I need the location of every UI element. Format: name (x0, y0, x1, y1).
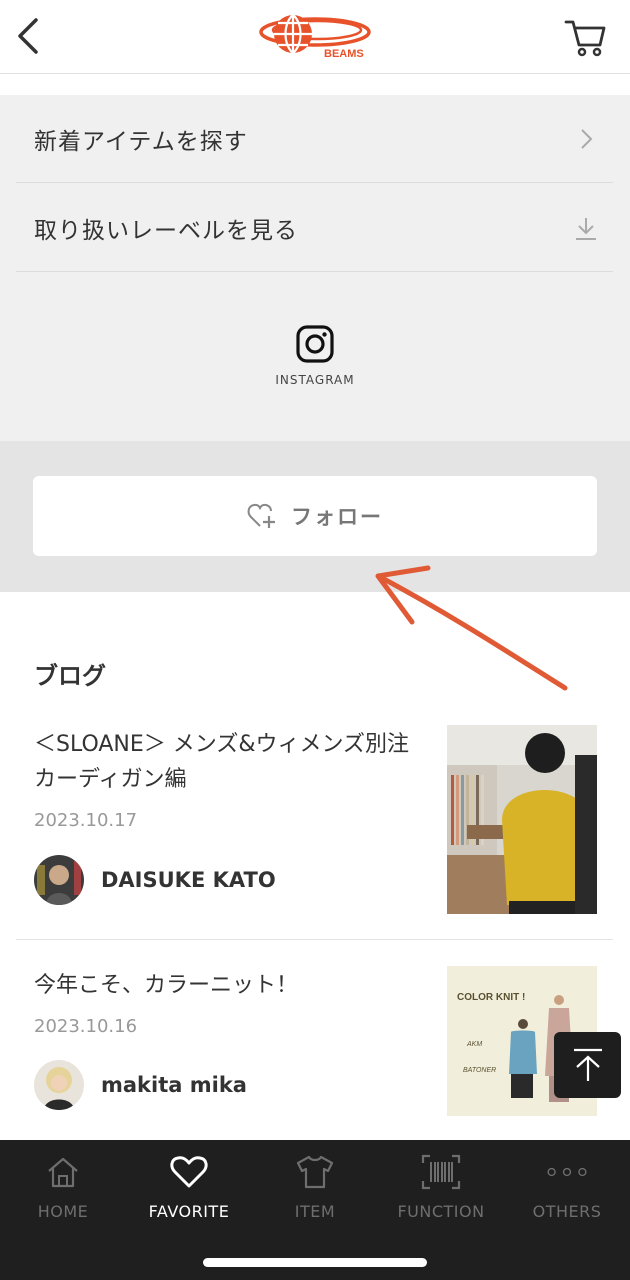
bottom-tab-bar: HOME FAVORITE ITEM FUNCTION OTHERS (0, 1140, 630, 1280)
tab-home[interactable]: HOME (0, 1152, 126, 1232)
blog-post-date: 2023.10.17 (34, 810, 138, 831)
author-name: makita mika (101, 1073, 247, 1097)
heart-plus-icon (247, 503, 275, 528)
blog-post[interactable]: 今年こそ、カラーニット！ 2023.10.16 makita mika COLO… (16, 966, 613, 1141)
tshirt-icon (296, 1155, 334, 1189)
barcode-icon (421, 1154, 461, 1190)
chevron-right-icon (581, 128, 593, 149)
thumb-title: COLOR KNIT ! (457, 992, 525, 1003)
follow-button[interactable]: フォロー (33, 476, 597, 556)
heart-icon (170, 1156, 208, 1188)
cart-icon (564, 20, 606, 57)
more-dots-icon (547, 1167, 587, 1177)
tab-others[interactable]: OTHERS (504, 1152, 630, 1232)
tab-favorite-label: FAVORITE (148, 1202, 230, 1221)
author-avatar (34, 1060, 84, 1110)
instagram-link[interactable]: INSTAGRAM (265, 325, 365, 387)
scroll-to-top-button[interactable] (554, 1032, 621, 1098)
logo-text: BEAMS (324, 48, 364, 60)
follow-label: フォロー (291, 505, 383, 529)
blog-post-date: 2023.10.16 (34, 1016, 138, 1037)
blog-post-author[interactable]: makita mika (34, 1060, 247, 1110)
arrow-up-icon (573, 1048, 602, 1081)
blog-post-author[interactable]: DAISUKE KATO (34, 855, 276, 905)
thumb-label-1: AKM (466, 1041, 482, 1048)
new-items-link[interactable]: 新着アイテムを探す (16, 95, 613, 183)
tab-function[interactable]: FUNCTION (378, 1152, 504, 1232)
tab-function-label: FUNCTION (397, 1202, 485, 1221)
home-icon (48, 1157, 78, 1188)
tab-favorite[interactable]: FAVORITE (126, 1152, 252, 1232)
cart-button[interactable] (564, 14, 608, 58)
tab-item-label: ITEM (294, 1202, 336, 1221)
app-header: BEAMS (0, 0, 630, 74)
tab-others-label: OTHERS (532, 1202, 602, 1221)
shop-links-section: 新着アイテムを探す 取り扱いレーベルを見る INSTAGRAM (0, 95, 630, 441)
beams-globe-logo: BEAMS (259, 14, 371, 60)
author-avatar (34, 855, 84, 905)
new-items-label: 新着アイテムを探す (34, 128, 248, 155)
home-indicator (203, 1258, 427, 1267)
tab-home-label: HOME (37, 1202, 89, 1221)
instagram-icon (296, 325, 334, 363)
chevron-left-icon (18, 18, 38, 54)
blog-post[interactable]: ＜SLOANE＞ メンズ&ウィメンズ別注カーディガン編 2023.10.17 D… (16, 725, 613, 940)
annotation-arrow (375, 565, 568, 691)
blog-heading: ブログ (34, 662, 106, 690)
beams-logo[interactable]: BEAMS (255, 8, 375, 60)
download-arrow-icon (576, 217, 596, 240)
blog-post-title: ＜SLOANE＞ メンズ&ウィメンズ別注カーディガン編 (34, 732, 410, 792)
instagram-label: INSTAGRAM (275, 373, 355, 387)
labels-label: 取り扱いレーベルを見る (34, 217, 298, 244)
thumb-label-2: BATONER (463, 1067, 496, 1074)
tab-item[interactable]: ITEM (252, 1152, 378, 1232)
blog-post-title: 今年こそ、カラーニット！ (34, 973, 299, 998)
author-name: DAISUKE KATO (101, 868, 276, 892)
back-button[interactable] (8, 12, 48, 60)
labels-link[interactable]: 取り扱いレーベルを見る (16, 184, 613, 272)
blog-post-thumbnail (447, 725, 597, 914)
